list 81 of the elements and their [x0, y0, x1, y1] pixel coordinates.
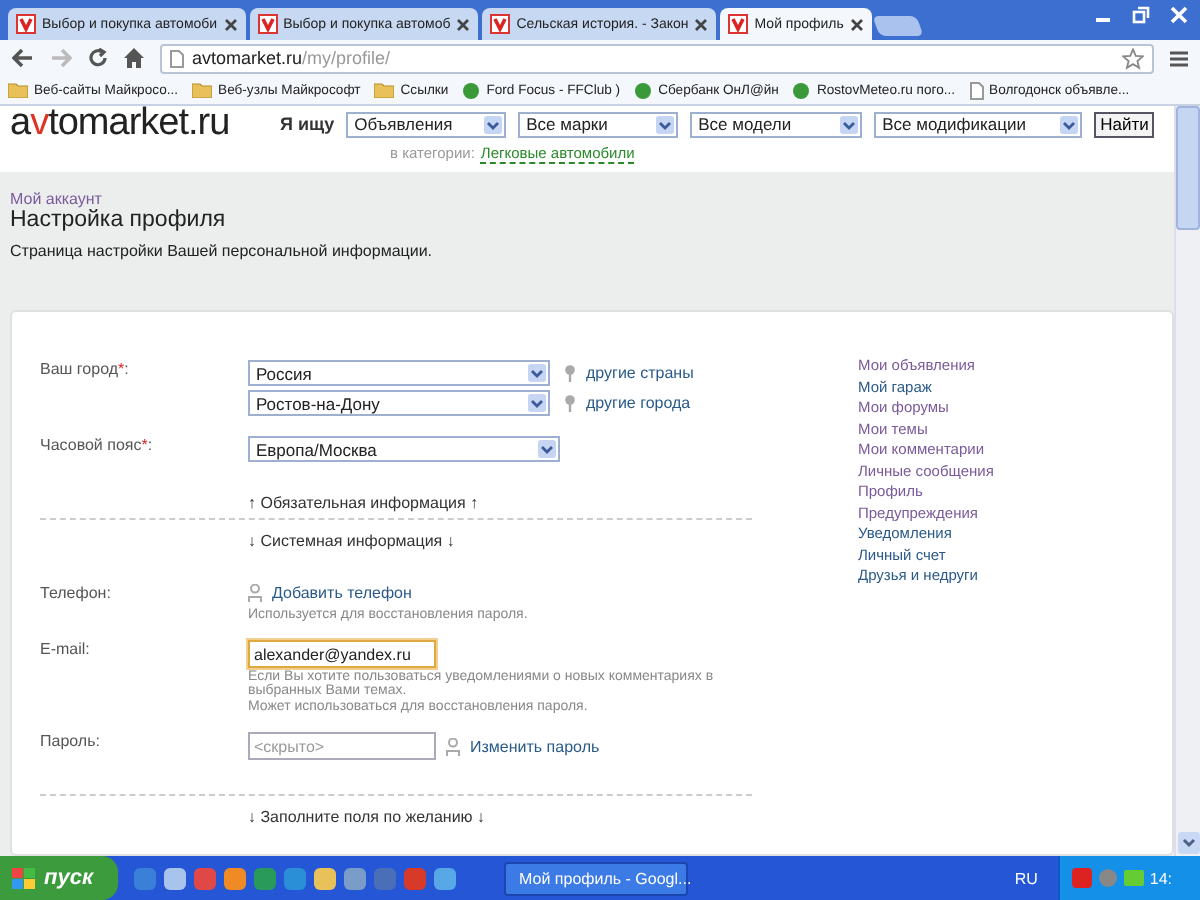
- dropdown-arrow-icon: [1060, 115, 1079, 133]
- field-label: Пароль:: [40, 732, 100, 750]
- filter-dropdown[interactable]: Все модификации: [874, 111, 1083, 137]
- breadcrumb-link[interactable]: Мой аккаунт: [10, 190, 1164, 208]
- clock: 14:: [1149, 869, 1172, 887]
- site-icon: [490, 14, 511, 34]
- close-icon[interactable]: [849, 17, 864, 31]
- section-toggle[interactable]: ↓ Системная информация ↓: [248, 532, 762, 550]
- select-field[interactable]: Европа/Москва: [248, 436, 560, 462]
- pin-icon: [564, 394, 576, 412]
- search-button[interactable]: Найти: [1094, 111, 1155, 137]
- dropdown-arrow-icon: [484, 115, 503, 133]
- language-indicator[interactable]: RU: [1014, 869, 1038, 887]
- quick-launch-icon[interactable]: [133, 867, 156, 889]
- home-icon[interactable]: [124, 48, 144, 68]
- quick-launch-icon[interactable]: [343, 867, 366, 889]
- quick-launch-icon[interactable]: [163, 867, 186, 889]
- field-label: Телефон:: [40, 584, 111, 602]
- pin-icon: [564, 364, 576, 382]
- link[interactable]: другие города: [586, 394, 691, 412]
- filter-dropdown[interactable]: Все модели: [690, 111, 863, 137]
- restore-icon[interactable]: [1132, 6, 1150, 24]
- page-icon: [969, 81, 984, 99]
- quick-launch-icon[interactable]: [313, 867, 336, 889]
- section-toggle[interactable]: ↑ Обязательная информация ↑: [248, 494, 762, 512]
- dropdown-arrow-icon: [840, 115, 859, 133]
- section-toggle[interactable]: ↓ Заполните поля по желанию ↓: [248, 808, 762, 826]
- dropdown-arrow-icon: [656, 115, 675, 133]
- site-icon: [792, 81, 811, 99]
- select-field[interactable]: Россия: [248, 360, 550, 386]
- email-field[interactable]: alexander@yandex.ru: [248, 640, 436, 668]
- scrollbar-thumb[interactable]: [1176, 106, 1200, 230]
- bookmark-star-icon[interactable]: [1122, 47, 1144, 69]
- tray-icon[interactable]: [1123, 870, 1144, 886]
- dropdown-arrow-icon: [528, 394, 546, 412]
- folder-icon: [374, 82, 395, 98]
- start-button[interactable]: пуск: [0, 856, 118, 900]
- filter-dropdown[interactable]: Все марки: [518, 111, 679, 137]
- close-icon[interactable]: [694, 17, 709, 31]
- person-icon: [446, 737, 460, 755]
- reload-icon[interactable]: [88, 48, 108, 68]
- person-icon: [248, 584, 262, 602]
- folder-icon: [192, 82, 213, 98]
- change-password-link[interactable]: Изменить пароль: [470, 737, 600, 755]
- page-title: Настройка профиля: [10, 208, 228, 232]
- link[interactable]: другие страны: [586, 364, 694, 382]
- site-icon: [728, 14, 749, 34]
- quick-launch-icon[interactable]: [283, 867, 306, 889]
- filter-dropdown[interactable]: Объявления: [346, 111, 507, 137]
- quick-launch-icon[interactable]: [223, 867, 246, 889]
- site-icon: [634, 81, 653, 99]
- close-icon[interactable]: [456, 17, 471, 31]
- add-phone-link[interactable]: Добавить телефон: [272, 584, 412, 602]
- folder-icon: [8, 82, 28, 98]
- close-icon[interactable]: [223, 17, 238, 31]
- site-icon: [257, 14, 278, 34]
- field-label: Ваш город*:: [40, 360, 129, 378]
- page-description: Страница настройки Вашей персональной информации.: [10, 242, 435, 260]
- address-bar[interactable]: avtomarket.ru/my/profile/: [160, 43, 1154, 73]
- scrollbar[interactable]: [1174, 106, 1200, 856]
- menu-icon[interactable]: [1170, 49, 1188, 67]
- tray-icon[interactable]: [1071, 868, 1092, 888]
- taskbar-button[interactable]: Мой профиль - Googl...: [503, 861, 688, 895]
- back-icon[interactable]: [12, 48, 34, 68]
- dropdown-arrow-icon: [538, 440, 556, 458]
- scroll-down-icon[interactable]: [1177, 832, 1199, 854]
- site-icon: [462, 81, 481, 99]
- quick-launch-icon[interactable]: [433, 867, 456, 889]
- dropdown-arrow-icon: [528, 364, 546, 382]
- page-icon: [170, 49, 184, 67]
- field-label: E-mail:: [40, 640, 90, 658]
- windows-logo-icon: [12, 867, 36, 889]
- search-label: Я ищу: [280, 114, 335, 134]
- quick-launch-icon[interactable]: [193, 867, 216, 889]
- site-icon: [16, 14, 36, 34]
- site-logo[interactable]: avtomarket.ru: [10, 108, 280, 140]
- select-field[interactable]: Ростов-на-Дону: [248, 390, 550, 416]
- field-label: Часовой пояс*:: [40, 436, 153, 454]
- quick-launch-icon[interactable]: [253, 867, 276, 889]
- forward-icon[interactable]: [50, 48, 72, 68]
- password-field[interactable]: <скрыто>: [248, 732, 436, 760]
